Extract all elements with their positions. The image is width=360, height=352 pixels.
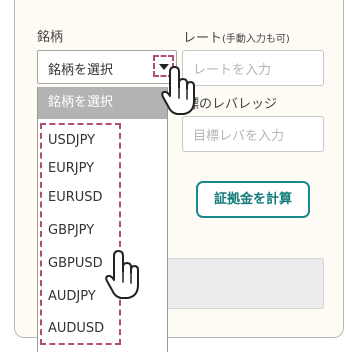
pointer-hand-icon bbox=[105, 250, 139, 299]
symbol-select-value: 銘柄を選択 bbox=[48, 63, 114, 78]
options-annotation-box bbox=[40, 123, 121, 345]
calculate-margin-button[interactable]: 証拠金を計算 bbox=[196, 181, 310, 218]
pointer-hand-icon bbox=[161, 66, 195, 115]
symbol-label: 銘柄 bbox=[37, 30, 64, 45]
rate-input[interactable]: レートを入力 bbox=[182, 50, 324, 86]
leverage-input[interactable]: 目標レバを入力 bbox=[182, 116, 324, 152]
rate-label: レート(手動入力も可) bbox=[183, 31, 290, 46]
dropdown-header-option[interactable]: 銘柄を選択 bbox=[38, 87, 167, 119]
